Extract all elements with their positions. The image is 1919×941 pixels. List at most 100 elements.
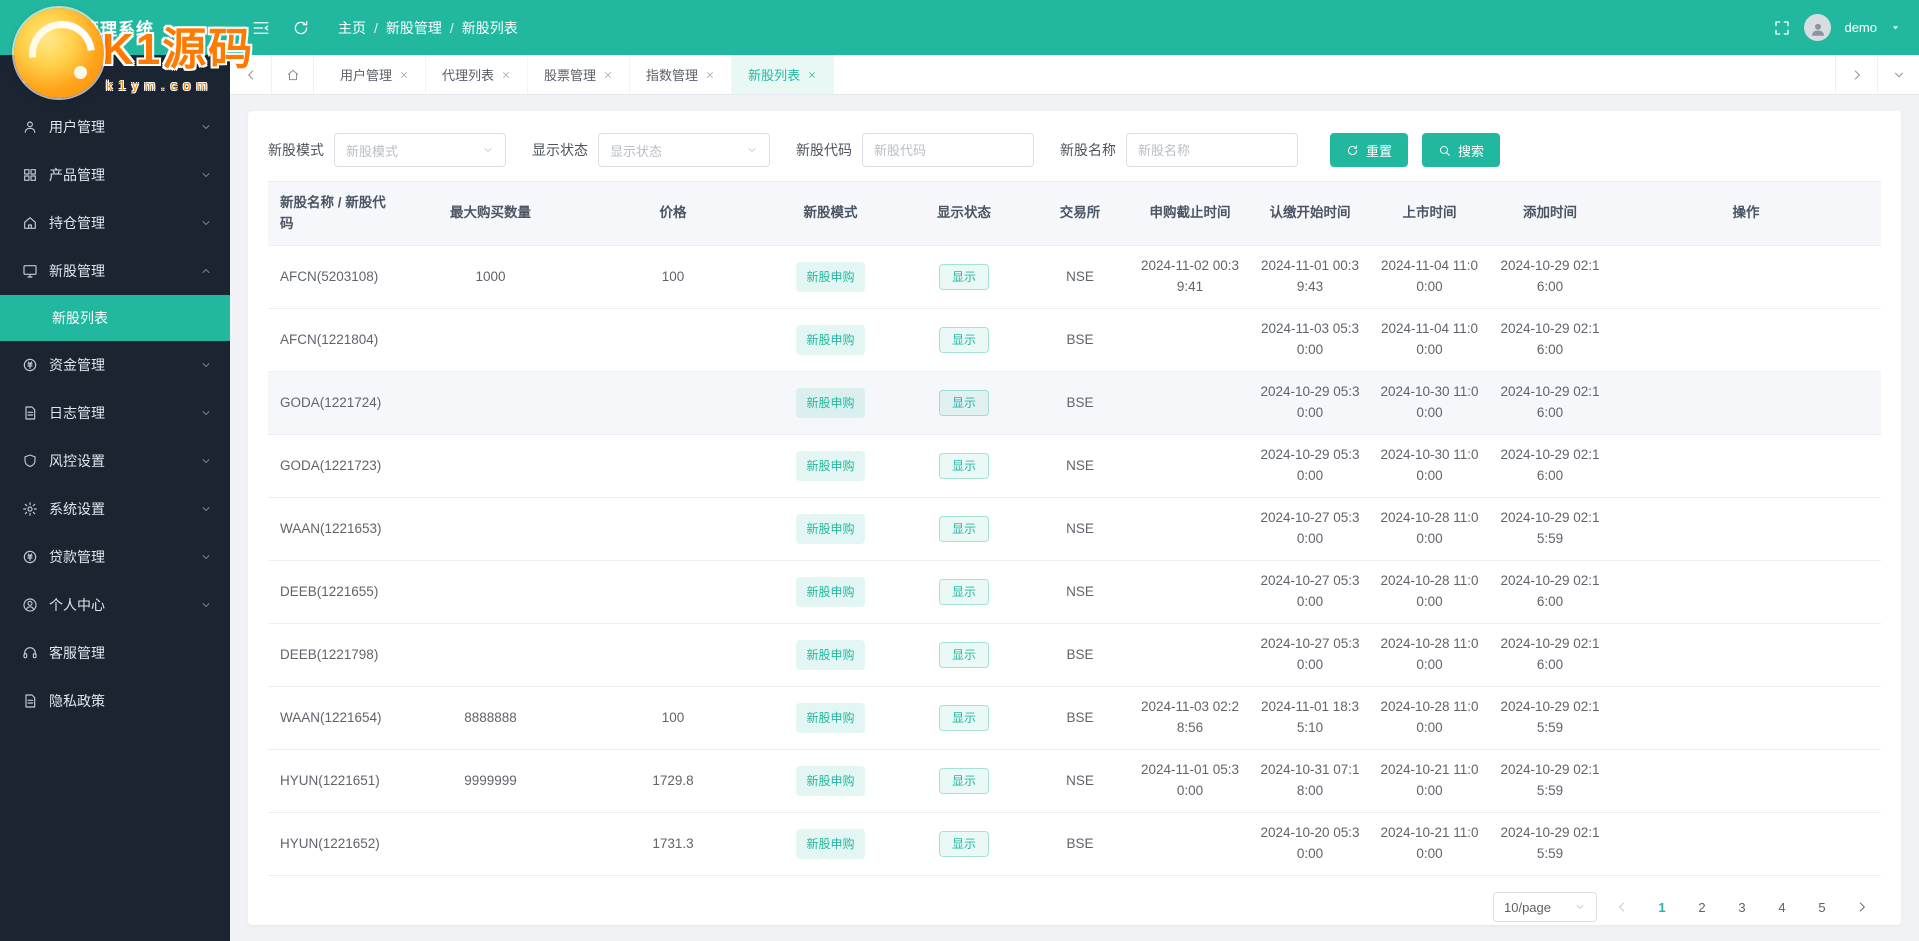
actions-cell [1611, 560, 1881, 624]
search-button[interactable]: 搜索 [1422, 133, 1501, 167]
sidebar-item-product-mgmt[interactable]: 产品管理 [0, 151, 230, 199]
doc-icon [22, 693, 38, 709]
table-row: WAAN(1221654) 8888888 100 新股申购 显示 BSE 20… [268, 686, 1881, 750]
sidebar-item-dashboard[interactable] [0, 55, 230, 103]
sidebar-item-position-mgmt[interactable]: 持仓管理 [0, 199, 230, 247]
actions-cell [1611, 308, 1881, 372]
chevron-down-icon [200, 503, 212, 515]
page-number-5[interactable]: 5 [1807, 892, 1837, 922]
search-icon [1438, 144, 1451, 157]
mode-tag: 新股申购 [796, 639, 865, 671]
table-row: HYUN(1221651) 9999999 1729.8 新股申购 显示 NSE… [268, 749, 1881, 813]
refresh-icon[interactable] [292, 19, 310, 37]
filter-label-code: 新股代码 [796, 142, 852, 158]
page-size-select[interactable]: 10/page [1493, 892, 1597, 922]
chevron-right-icon [1850, 68, 1864, 82]
col-actions: 操作 [1611, 181, 1881, 246]
sidebar-item-log-mgmt[interactable]: 日志管理 [0, 389, 230, 437]
breadcrumb-newstock-mgmt[interactable]: 新股管理 [386, 18, 442, 38]
breadcrumb: 主页 / 新股管理 / 新股列表 [338, 18, 518, 38]
chevron-left-icon [244, 68, 258, 82]
tab-home[interactable] [272, 55, 314, 94]
page-number-2[interactable]: 2 [1687, 892, 1717, 922]
close-icon[interactable] [705, 70, 715, 80]
sidebar-item-risk-settings[interactable]: 风控设置 [0, 437, 230, 485]
chevron-down-icon [200, 407, 212, 419]
actions-cell [1611, 371, 1881, 435]
status-tag: 显示 [938, 830, 989, 858]
tab-bar: 用户管理 代理列表 股票管理 指数管理 新股列表 [230, 55, 1919, 95]
next-page-button[interactable] [1847, 892, 1877, 922]
tabs-menu[interactable] [1877, 55, 1919, 94]
mode-tag: 新股申购 [796, 765, 865, 797]
col-price: 价格 [583, 181, 763, 246]
table-row: DEEB(1221655) 新股申购 显示 NSE 2024-10-27 05:… [268, 560, 1881, 624]
chevron-down-icon [200, 455, 212, 467]
sidebar-item-loan-mgmt[interactable]: 贷款管理 [0, 533, 230, 581]
newstock-code-input[interactable] [862, 133, 1034, 167]
tab-user-mgmt[interactable]: 用户管理 [324, 55, 427, 94]
chevron-down-icon [200, 599, 212, 611]
close-icon[interactable] [603, 70, 613, 80]
close-icon[interactable] [501, 70, 511, 80]
sidebar-item-user-mgmt[interactable]: 用户管理 [0, 103, 230, 151]
prev-page-button[interactable] [1607, 892, 1637, 922]
table-row: DEEB(1221798) 新股申购 显示 BSE 2024-10-27 05:… [268, 623, 1881, 687]
gear-icon [22, 501, 38, 517]
tabs-scroll-right[interactable] [1835, 55, 1877, 94]
display-status-select[interactable]: 显示状态 [598, 133, 770, 167]
tab-newstock-list[interactable]: 新股列表 [732, 55, 835, 94]
chevron-down-icon [200, 359, 212, 371]
status-tag: 显示 [938, 452, 989, 480]
breadcrumb-home[interactable]: 主页 [338, 18, 366, 38]
menu-fold-icon[interactable] [252, 19, 270, 37]
breadcrumb-separator: / [449, 19, 454, 36]
user-icon [22, 119, 38, 135]
tab-bar-right [1835, 55, 1919, 94]
close-icon[interactable] [399, 70, 409, 80]
col-mode: 新股模式 [763, 181, 898, 246]
fullscreen-icon[interactable] [1773, 19, 1791, 37]
tab-agent-list[interactable]: 代理列表 [426, 55, 529, 94]
tabs-scroll-left[interactable] [230, 55, 272, 94]
mode-tag: 新股申购 [796, 261, 865, 293]
page-number-3[interactable]: 3 [1727, 892, 1757, 922]
col-deadline: 申购截止时间 [1130, 181, 1250, 246]
breadcrumb-separator: / [374, 19, 378, 36]
mode-tag: 新股申购 [796, 513, 865, 545]
mode-tag: 新股申购 [796, 702, 865, 734]
header-right: demo [1773, 14, 1919, 41]
sidebar-item-funds-mgmt[interactable]: 资金管理 [0, 341, 230, 389]
sidebar-subitem-newstock-list[interactable]: 新股列表 [0, 295, 230, 341]
chevron-right-icon [1855, 900, 1869, 914]
table-row: HYUN(1221652) 1731.3 新股申购 显示 BSE 2024-10… [268, 812, 1881, 876]
table-header-row: 新股名称 / 新股代码 最大购买数量 价格 新股模式 显示状态 交易所 申购截止… [268, 181, 1881, 246]
doc-icon [22, 405, 38, 421]
chevron-down-icon [200, 217, 212, 229]
filter-label-mode: 新股模式 [268, 142, 324, 158]
newstock-name-input[interactable] [1126, 133, 1298, 167]
user-caret-down-icon[interactable] [1890, 22, 1901, 33]
reset-button[interactable]: 重置 [1330, 133, 1409, 167]
newstock-mode-select[interactable]: 新股模式 [334, 133, 506, 167]
col-max-qty: 最大购买数量 [398, 181, 583, 246]
page-number-1[interactable]: 1 [1647, 892, 1677, 922]
page-number-4[interactable]: 4 [1767, 892, 1797, 922]
sidebar-item-newstock-mgmt[interactable]: 新股管理 [0, 247, 230, 295]
status-tag: 显示 [938, 326, 989, 354]
sidebar-item-profile[interactable]: 个人中心 [0, 581, 230, 629]
sidebar-item-privacy-policy[interactable]: 隐私政策 [0, 677, 230, 725]
sidebar-item-system-settings[interactable]: 系统设置 [0, 485, 230, 533]
shield-icon [22, 453, 38, 469]
status-tag: 显示 [938, 641, 989, 669]
tab-stock-mgmt[interactable]: 股票管理 [528, 55, 631, 94]
table-row: GODA(1221723) 新股申购 显示 NSE 2024-10-29 05:… [268, 434, 1881, 498]
close-icon[interactable] [807, 70, 817, 80]
filter-label-name: 新股名称 [1060, 142, 1116, 158]
headset-icon [22, 645, 38, 661]
table-row: AFCN(1221804) 新股申购 显示 BSE 2024-11-03 05:… [268, 308, 1881, 372]
tab-index-mgmt[interactable]: 指数管理 [630, 55, 733, 94]
newstock-list-card: 新股模式 新股模式 显示状态 显示状态 新股代码 新股代码 新股名称 新股名称 … [248, 111, 1901, 925]
avatar[interactable] [1804, 14, 1832, 41]
sidebar-item-support-mgmt[interactable]: 客服管理 [0, 629, 230, 677]
